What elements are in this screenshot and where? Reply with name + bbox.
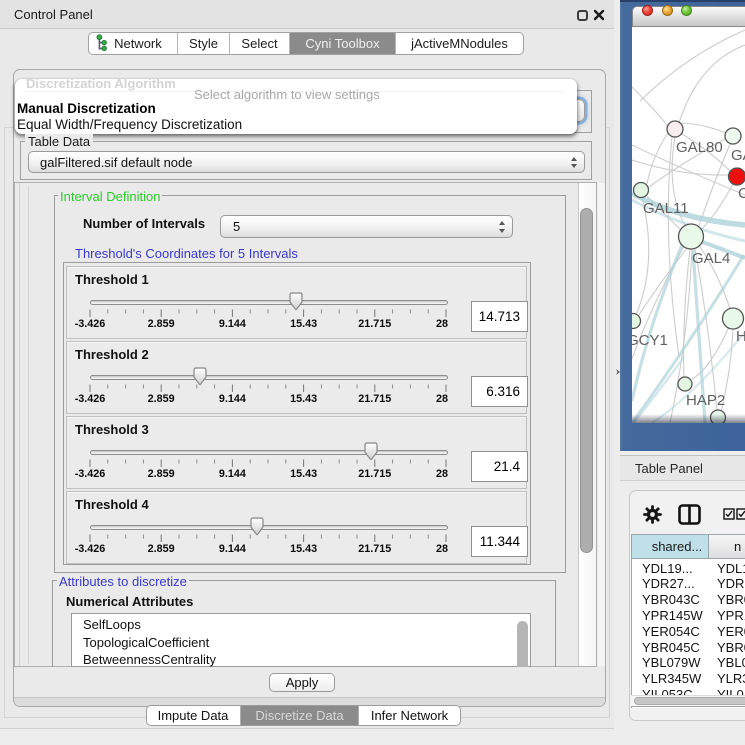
svg-text:GA: GA bbox=[731, 147, 745, 164]
svg-text:H: H bbox=[736, 328, 745, 345]
svg-text:GAL80: GAL80 bbox=[676, 139, 723, 156]
svg-text:GCY1: GCY1 bbox=[632, 332, 668, 349]
svg-text:GAL11: GAL11 bbox=[643, 200, 689, 217]
svg-text:GAL4: GAL4 bbox=[692, 250, 730, 267]
svg-text:C: C bbox=[738, 185, 745, 202]
svg-text:HAP2: HAP2 bbox=[686, 392, 725, 409]
